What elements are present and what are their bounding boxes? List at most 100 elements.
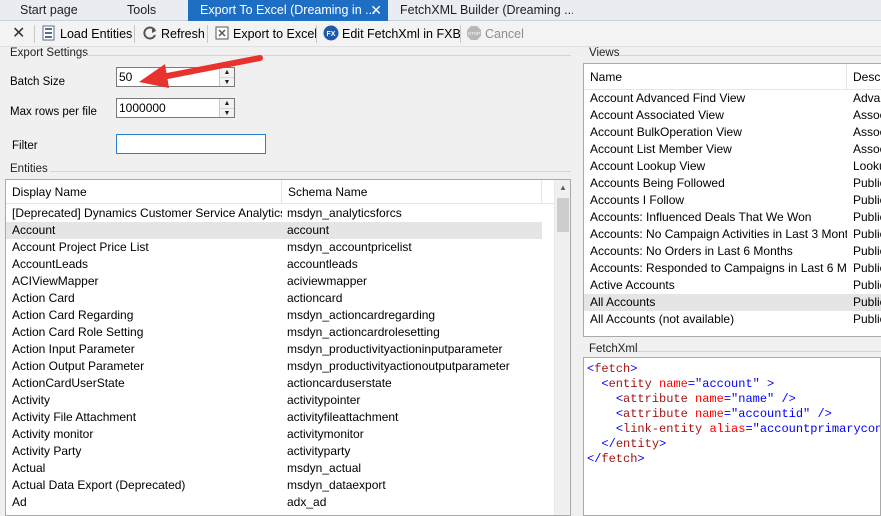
table-row[interactable]: Actual msdyn_actual [6, 460, 542, 477]
table-row[interactable]: [Deprecated] Dynamics Customer Service A… [6, 205, 542, 222]
tab-tools[interactable]: Tools [115, 0, 185, 21]
load-entities-button[interactable]: Load Entities [41, 24, 132, 44]
scroll-thumb[interactable] [557, 198, 569, 232]
list-item[interactable]: Accounts: No Orders in Last 6 Months Publ… [584, 243, 881, 260]
code-tag-name: entity [608, 377, 652, 391]
view-name: Account Lookup View [590, 159, 706, 173]
list-item[interactable]: All Accounts Public [584, 294, 881, 311]
tab-label: Start page [20, 3, 78, 17]
export-icon [214, 25, 230, 41]
list-item[interactable]: All Accounts (not available) Public [584, 311, 881, 328]
view-description: Assoc [853, 142, 881, 156]
entity-schema-name: msdyn_accountpricelist [287, 240, 412, 254]
entity-display-name: Action Input Parameter [12, 342, 135, 356]
table-row[interactable]: Actual Data Export (Deprecated) msdyn_dat… [6, 477, 542, 494]
entity-display-name: Actual [12, 461, 46, 475]
spin-up-icon[interactable]: ▲ [220, 99, 234, 108]
list-item[interactable]: Active Accounts Public [584, 277, 881, 294]
code-attr-name: name [695, 392, 724, 406]
fxb-icon: FX [323, 25, 339, 41]
view-name: Accounts: No Campaign Activities in Last… [590, 227, 847, 241]
table-row[interactable]: Action Card Role Setting msdyn_actioncard… [6, 324, 542, 341]
entity-schema-name: actioncard [287, 291, 343, 305]
tab-label: FetchXML Builder (Dreaming ... [400, 3, 573, 17]
svg-text:STOP: STOP [468, 31, 480, 36]
table-row[interactable]: Activity Party activityparty [6, 443, 542, 460]
fetchxml-editor[interactable]: <fetch> <entity name="account" > <attrib… [583, 357, 881, 516]
filter-input[interactable] [117, 135, 265, 153]
toolbar-separator [207, 25, 208, 43]
table-row[interactable]: ActionCardUserState actioncarduserstate [6, 375, 542, 392]
table-row[interactable]: Ad adx_ad [6, 494, 542, 511]
toolbar: ✕ Load Entities Refresh Export to Excel … [0, 21, 881, 47]
tab-fetchxml-builder[interactable]: FetchXML Builder (Dreaming ... [388, 0, 573, 21]
column-header-schema-name[interactable]: Schema Name [282, 180, 542, 204]
table-row[interactable]: Action Output Parameter msdyn_productivit… [6, 358, 542, 375]
table-row[interactable]: Activity File Attachment activityfileatta… [6, 409, 542, 426]
code-attr-name: name [695, 407, 724, 421]
code-bracket: > [759, 377, 775, 391]
edit-fetchxml-button[interactable]: FX Edit FetchXml in FXB [323, 24, 461, 44]
table-row[interactable]: Activity monitor activitymonitor [6, 426, 542, 443]
entity-schema-name: actioncarduserstate [287, 376, 392, 390]
entity-schema-name: msdyn_actual [287, 461, 362, 475]
view-description: Public [853, 295, 881, 309]
entity-display-name: Action Card [12, 291, 75, 305]
tab-export-to-excel[interactable]: Export To Excel (Dreaming in ... ✕ [188, 0, 388, 21]
view-name: Account Associated View [590, 108, 724, 122]
table-row[interactable]: Activity activitypointer [6, 392, 542, 409]
entity-display-name: Activity [12, 393, 51, 407]
list-item[interactable]: Accounts I Follow Public [584, 192, 881, 209]
list-item[interactable]: Accounts: No Campaign Activities in Last… [584, 226, 881, 243]
entities-list[interactable]: Display Name Schema Name [Deprecated] Dy… [5, 179, 571, 516]
entity-display-name: Action Card Role Setting [12, 325, 144, 339]
list-item[interactable]: Account Associated View Assoc [584, 107, 881, 124]
close-tab-icon[interactable]: ✕ [370, 0, 382, 21]
list-item[interactable]: Account Advanced Find View Advar [584, 90, 881, 107]
view-name: Active Accounts [590, 278, 675, 292]
column-header-name[interactable]: Name [584, 64, 847, 90]
list-item[interactable]: Account List Member View Assoc [584, 141, 881, 158]
toolbar-separator [460, 25, 461, 43]
table-row[interactable]: Action Input Parameter msdyn_productivity… [6, 341, 542, 358]
list-item[interactable]: Accounts Being Followed Public [584, 175, 881, 192]
column-header-display-name[interactable]: Display Name [6, 180, 282, 204]
list-item[interactable]: Account BulkOperation View Assoc [584, 124, 881, 141]
max-rows-input[interactable] [117, 99, 217, 117]
close-tool-button[interactable]: ✕ [12, 24, 25, 44]
table-row[interactable]: Account account [6, 222, 542, 239]
list-item[interactable]: Accounts: Influenced Deals That We Won Pu… [584, 209, 881, 226]
column-header-description[interactable]: Descr [847, 64, 881, 90]
view-description: Assoc [853, 108, 881, 122]
fetchxml-group-label: FetchXml [589, 343, 638, 355]
views-list[interactable]: Name Descr Account Advanced Find View Adv… [583, 63, 881, 337]
spin-buttons: ▲ ▼ [219, 99, 234, 117]
code-tag-name: link-entity [623, 422, 703, 436]
entity-display-name: Activity monitor [12, 427, 94, 441]
table-row[interactable]: ACIViewMapper aciviewmapper [6, 273, 542, 290]
views-list-header: Name Descr [584, 64, 881, 90]
code-attr-value: "name" [731, 392, 775, 406]
entities-scrollbar[interactable]: ▲ [554, 180, 570, 515]
table-row[interactable]: AccountLeads accountleads [6, 256, 542, 273]
scroll-up-icon[interactable]: ▲ [555, 180, 570, 196]
filter-field[interactable] [116, 134, 266, 154]
export-to-excel-label: Export to Excel [233, 27, 318, 41]
entity-schema-name: msdyn_actioncardrolesetting [287, 325, 440, 339]
export-to-excel-button[interactable]: Export to Excel [214, 24, 317, 44]
code-equals: = [687, 377, 696, 391]
cancel-button[interactable]: STOP Cancel [466, 24, 524, 44]
refresh-button[interactable]: Refresh [142, 24, 205, 44]
spin-down-icon[interactable]: ▼ [220, 108, 234, 117]
max-rows-stepper[interactable]: ▲ ▼ [116, 98, 235, 118]
list-item[interactable]: Accounts: Responded to Campaigns in Last… [584, 260, 881, 277]
table-row[interactable]: Action Card actioncard [6, 290, 542, 307]
tab-start-page[interactable]: Start page [8, 0, 108, 21]
entity-schema-name: account [287, 223, 330, 237]
code-bracket: < [615, 422, 624, 436]
list-item[interactable]: Account Lookup View Lookup [584, 158, 881, 175]
code-bracket: /> [774, 392, 796, 406]
table-row[interactable]: Account Project Price List msdyn_accountp… [6, 239, 542, 256]
table-row[interactable]: Action Card Regarding msdyn_actioncardreg… [6, 307, 542, 324]
entity-display-name: Action Card Regarding [12, 308, 134, 322]
